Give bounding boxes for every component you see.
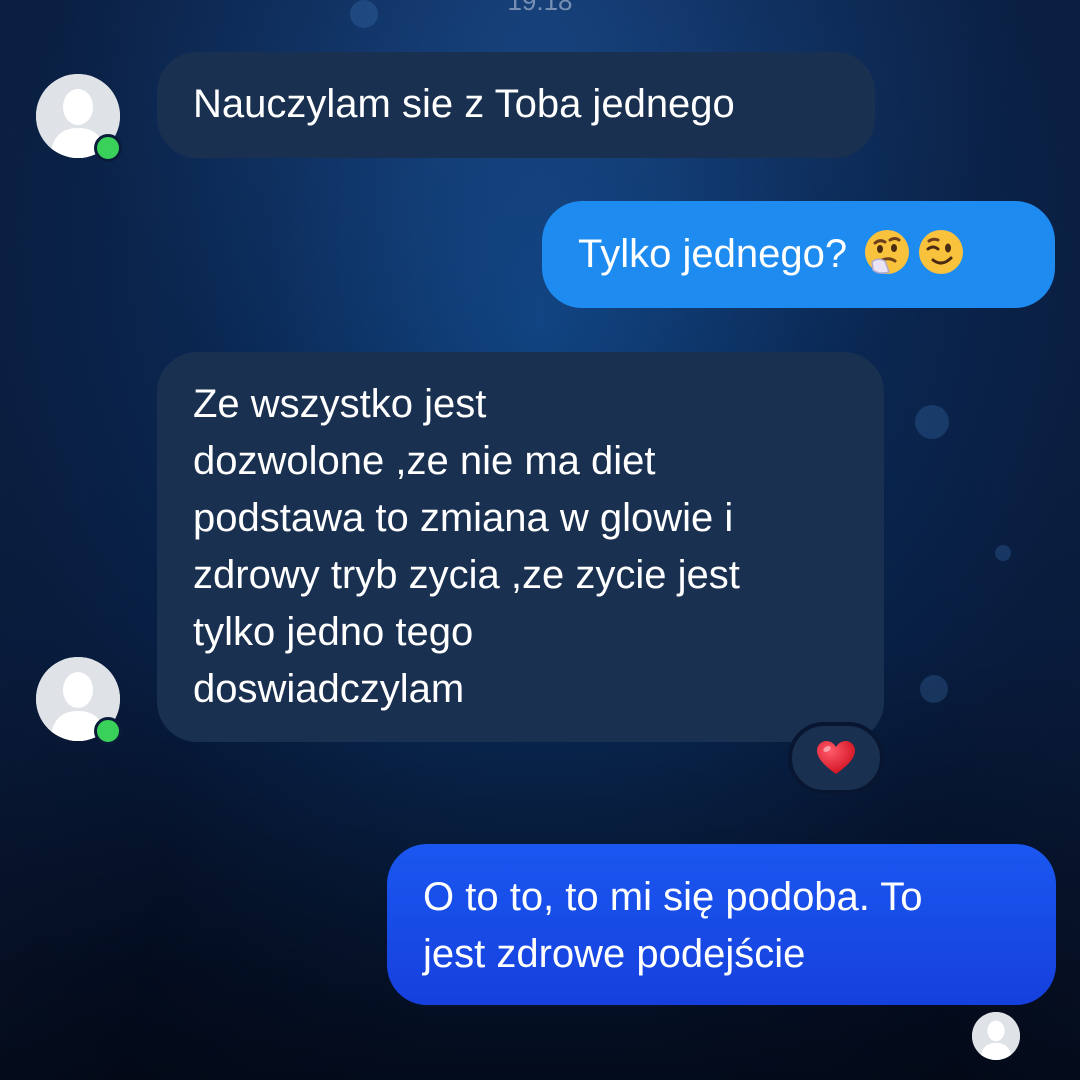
read-receipt-avatar: [972, 1012, 1020, 1060]
default-user-icon: [972, 1012, 1020, 1060]
online-status-indicator: [94, 134, 122, 162]
outgoing-message-bubble[interactable]: Tylko jednego?: [542, 201, 1055, 308]
message-reaction[interactable]: [788, 722, 884, 794]
winking-face-icon: [919, 230, 964, 274]
outgoing-message-bubble[interactable]: O to to, to mi się podoba. To jest zdrow…: [387, 844, 1056, 1005]
red-heart-icon: [817, 741, 855, 774]
background-bubble: [915, 405, 949, 439]
message-text: O to to, to mi się podoba. To jest zdrow…: [423, 875, 923, 976]
incoming-message-bubble[interactable]: Ze wszystko jest dozwolone ,ze nie ma di…: [157, 352, 884, 742]
thinking-face-icon: [865, 230, 910, 274]
background-bubble: [995, 545, 1011, 561]
message-timestamp: 19:18: [507, 0, 573, 16]
background-bubble: [920, 675, 948, 703]
message-text: Nauczylam sie z Toba jednego: [193, 82, 735, 126]
incoming-message-bubble[interactable]: Nauczylam sie z Toba jednego: [157, 52, 875, 158]
message-text: Ze wszystko jest dozwolone ,ze nie ma di…: [193, 382, 740, 711]
online-status-indicator: [94, 717, 122, 745]
message-text: Tylko jednego?: [578, 232, 848, 276]
